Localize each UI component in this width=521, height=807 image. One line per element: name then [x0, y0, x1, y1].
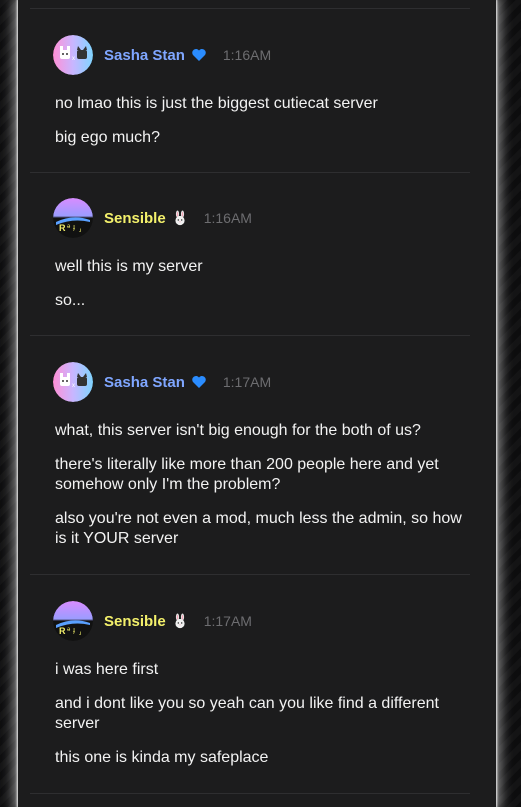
rabbit-icon: [172, 210, 188, 226]
svg-text:ɹ: ɹ: [79, 631, 81, 637]
svg-text:R: R: [59, 223, 66, 233]
message-timestamp: 1:16AM: [222, 47, 272, 63]
avatar-sasha[interactable]: x: [53, 362, 93, 402]
message-line: this one is kinda my safeplace: [55, 749, 269, 766]
message-line: big ego much?: [55, 129, 160, 146]
message-line: and i dont like you so yeah can you like…: [55, 695, 439, 732]
svg-text:ɹ: ɹ: [79, 228, 81, 234]
message-timestamp: 1:16AM: [203, 210, 252, 226]
message-timestamp: 1:17AM: [222, 374, 272, 390]
left-gutter: [0, 0, 18, 807]
message-header: x Sasha Stan 1:17AM: [53, 362, 271, 402]
message-divider: [30, 8, 470, 9]
avatar-sensible[interactable]: R ǝ ɟ ɹ: [53, 601, 93, 641]
svg-text:x: x: [72, 56, 75, 62]
blue-heart-icon: [191, 374, 207, 390]
message-body: well this is my server so...: [55, 257, 465, 325]
message-line: there's literally like more than 200 peo…: [55, 456, 439, 493]
svg-text:x: x: [72, 383, 75, 389]
message-line: well this is my server: [55, 258, 203, 275]
message-divider: [30, 793, 470, 794]
username-sasha[interactable]: Sasha Stan: [104, 47, 185, 64]
message-body: what, this server isn't big enough for t…: [55, 421, 465, 563]
username-sensible[interactable]: Sensible: [104, 210, 166, 227]
blue-heart-icon: [191, 47, 207, 63]
message-line: what, this server isn't big enough for t…: [55, 422, 421, 439]
message-divider: [30, 172, 470, 173]
message-divider: [30, 574, 470, 575]
message-line: so...: [55, 292, 86, 309]
message-body: i was here first and i dont like you so …: [55, 660, 465, 782]
message-timestamp: 1:17AM: [203, 613, 252, 629]
avatar-sasha[interactable]: x: [53, 35, 93, 75]
message-header: x Sasha Stan 1:16AM: [53, 35, 271, 75]
message-header: R ǝ ɟ ɹ Sensible 1:17AM: [53, 601, 252, 641]
svg-text:ɟ: ɟ: [73, 224, 75, 231]
message-line: i was here first: [55, 661, 159, 678]
svg-text:ɟ: ɟ: [73, 627, 75, 634]
avatar-sensible[interactable]: R ǝ ɟ ɹ: [53, 198, 93, 238]
right-gutter: [499, 0, 521, 807]
username-sasha[interactable]: Sasha Stan: [104, 374, 185, 391]
message-body: no lmao this is just the biggest cutieca…: [55, 94, 465, 162]
message-header: R ǝ ɟ ɹ Sensible 1:16AM: [53, 198, 252, 238]
chat-panel: x Sasha Stan 1:16AM no lmao this is just…: [18, 0, 496, 807]
message-divider: [30, 335, 470, 336]
rabbit-icon: [172, 613, 188, 629]
message-line: no lmao this is just the biggest cutieca…: [55, 95, 378, 112]
username-sensible[interactable]: Sensible: [104, 613, 166, 630]
message-line: also you're not even a mod, much less th…: [55, 510, 462, 547]
svg-text:R: R: [59, 626, 66, 636]
